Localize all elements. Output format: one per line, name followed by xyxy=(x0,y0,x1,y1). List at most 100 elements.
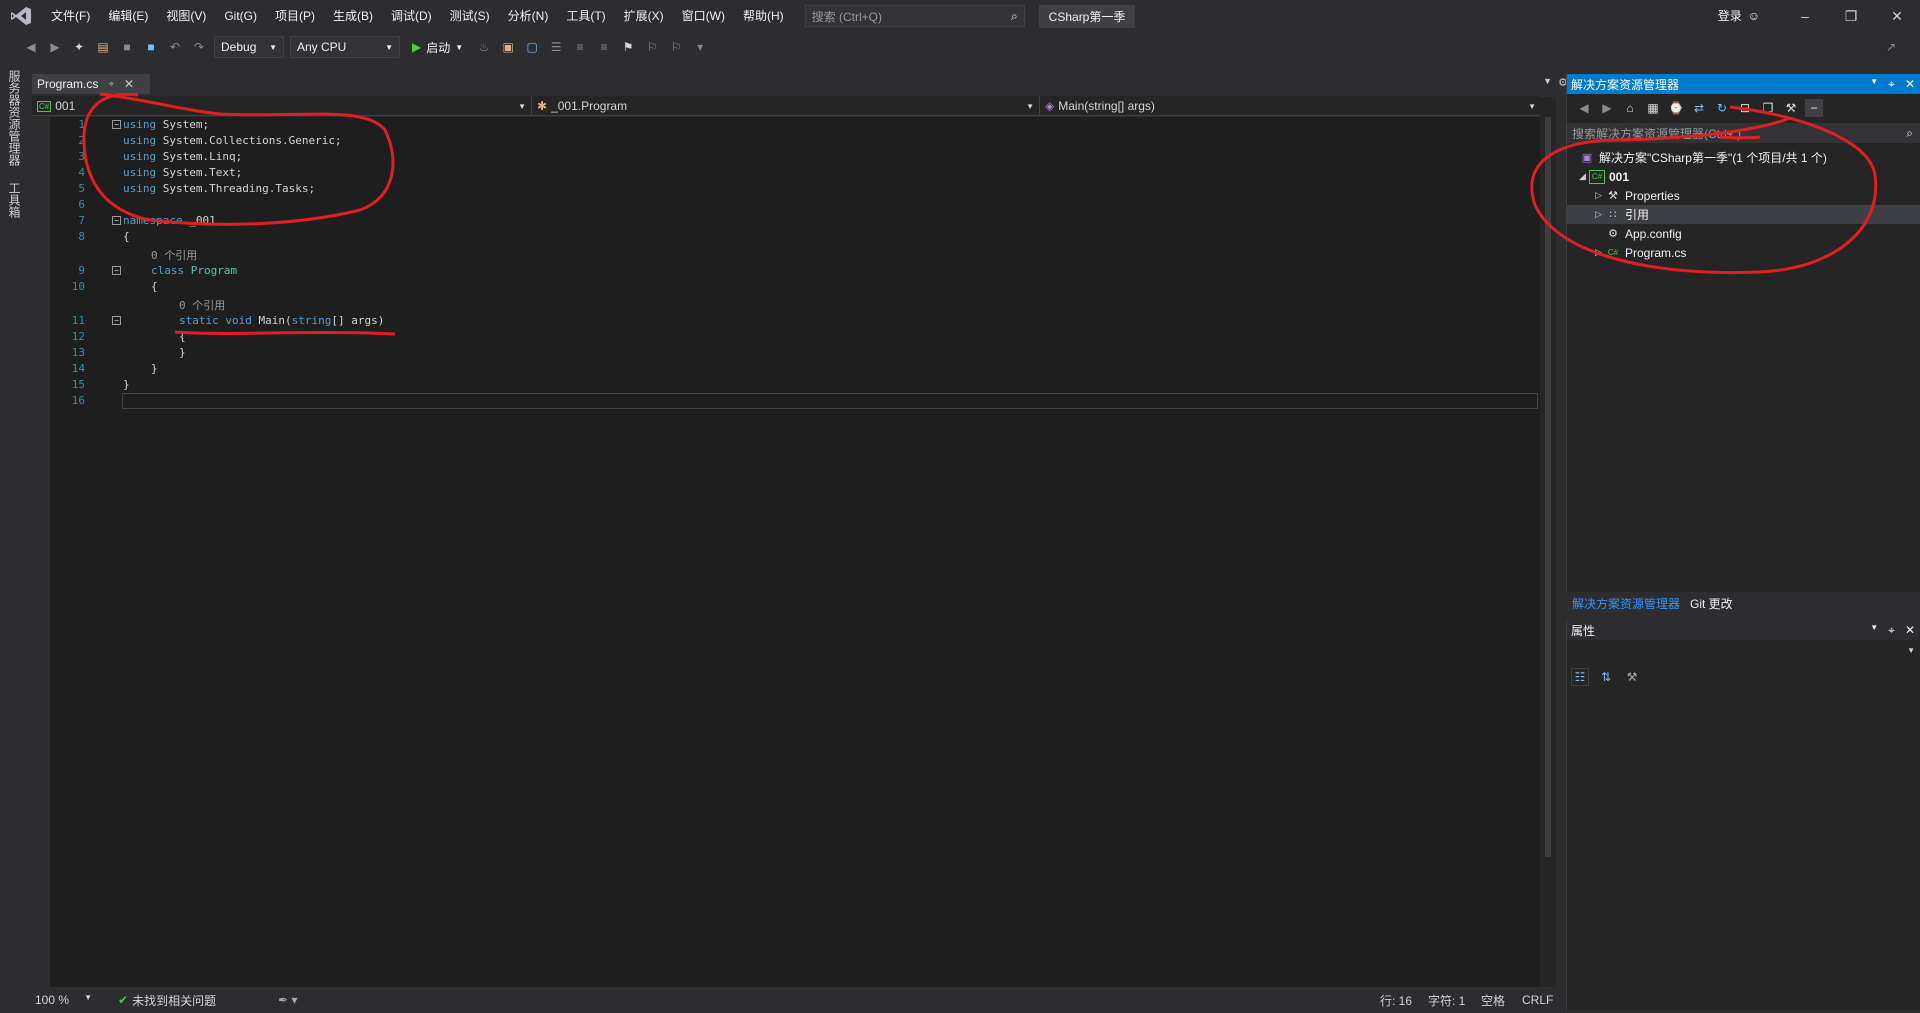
save-all-icon[interactable]: ■ xyxy=(142,38,160,56)
configuration-select[interactable]: Debug ▼ xyxy=(214,36,284,58)
forward-icon[interactable]: ▶ xyxy=(46,38,64,56)
pin-icon[interactable]: ⌖ xyxy=(1888,77,1895,92)
toolbox-tab[interactable]: 工具箱 xyxy=(6,182,23,218)
search-input[interactable]: 搜索 (Ctrl+Q) ⌕ xyxy=(804,5,1025,27)
toolbar-overflow-icon[interactable]: ▾ xyxy=(691,38,709,56)
menu-file[interactable]: 文件(F) xyxy=(42,0,99,32)
tree-item-programcs[interactable]: ▷ C# Program.cs xyxy=(1567,243,1920,262)
live-share-icon[interactable]: ↗ xyxy=(1882,38,1900,56)
preview-icon[interactable]: − xyxy=(1805,99,1823,117)
menu-build[interactable]: 生成(B) xyxy=(324,0,382,32)
tree-solution-node[interactable]: ▣ 解决方案"CSharp第一季"(1 个项目/共 1 个) xyxy=(1567,148,1920,167)
code-editor[interactable]: 1− using System; 2 using System.Collection… xyxy=(50,117,1540,987)
tab-solution-explorer[interactable]: 解决方案资源管理器 xyxy=(1572,595,1680,612)
menu-analyze[interactable]: 分析(N) xyxy=(499,0,558,32)
pin-icon[interactable]: ⌖ xyxy=(108,79,114,90)
class-dropdown[interactable]: ✱ _001.Program ▼ xyxy=(532,96,1040,116)
member-dropdown[interactable]: ◈ Main(string[] args) ▼ xyxy=(1040,96,1542,116)
vertical-scrollbar[interactable] xyxy=(1540,97,1556,987)
char-number-status[interactable]: 字符: 1 xyxy=(1428,992,1465,1009)
pending-changes-icon[interactable]: ⌚ xyxy=(1667,99,1685,117)
menu-project[interactable]: 项目(P) xyxy=(266,0,324,32)
properties-wrench-icon[interactable]: ⚒ xyxy=(1782,99,1800,117)
line-number-status[interactable]: 行: 16 xyxy=(1380,992,1412,1009)
close-window-button[interactable]: ✕ xyxy=(1874,0,1920,32)
zoom-select[interactable]: 100 % ▼ xyxy=(32,993,92,1007)
close-icon[interactable]: ✕ xyxy=(1905,623,1915,638)
minimize-button[interactable]: – xyxy=(1782,0,1828,32)
back-icon[interactable]: ◀ xyxy=(1575,99,1593,117)
tree-item-references[interactable]: ▷ ∷ 引用 xyxy=(1567,205,1920,224)
menu-git[interactable]: Git(G) xyxy=(215,0,266,32)
hot-reload-icon[interactable]: ♨ xyxy=(475,38,493,56)
screenshot-icon[interactable]: ▢ xyxy=(523,38,541,56)
collapsed-arrow-icon[interactable]: ▷ xyxy=(1595,209,1605,220)
tab-program-cs[interactable]: Program.cs ⌖ ✕ xyxy=(32,74,150,94)
menu-test[interactable]: 测试(S) xyxy=(441,0,499,32)
close-icon[interactable]: ✕ xyxy=(1905,77,1915,92)
menu-help[interactable]: 帮助(H) xyxy=(734,0,793,32)
collapsed-arrow-icon[interactable]: ▷ xyxy=(1595,190,1605,201)
prev-bookmark-icon[interactable]: ⚐ xyxy=(643,38,661,56)
next-bookmark-icon[interactable]: ⚐ xyxy=(667,38,685,56)
collapse-all-icon[interactable]: ⊟ xyxy=(1736,99,1754,117)
tree-item-appconfig[interactable]: ⚙ App.config xyxy=(1567,224,1920,243)
chevron-down-icon[interactable]: ▼ xyxy=(1870,77,1878,92)
whitespace-status[interactable]: 空格 xyxy=(1481,992,1505,1009)
menu-window[interactable]: 窗口(W) xyxy=(673,0,734,32)
sync-icon[interactable]: ⇄ xyxy=(1690,99,1708,117)
show-all-files-icon[interactable]: ❐ xyxy=(1759,99,1777,117)
chevron-down-icon[interactable]: ▼ xyxy=(1870,623,1878,638)
properties-object-select[interactable]: ▼ xyxy=(1567,642,1920,662)
comment-icon[interactable]: ≡ xyxy=(571,38,589,56)
uncomment-icon[interactable]: ≡ xyxy=(595,38,613,56)
categorized-icon[interactable]: ☷ xyxy=(1571,668,1589,686)
start-debug-button[interactable]: ▶ 启动 ▼ xyxy=(406,39,469,56)
pin-icon[interactable]: ⌖ xyxy=(1888,623,1895,638)
expanded-arrow-icon[interactable]: ◢ xyxy=(1579,171,1589,182)
left-tool-rail: 服务器资源管理器 工具箱 xyxy=(0,62,28,992)
menu-view[interactable]: 视图(V) xyxy=(157,0,215,32)
tree-item-properties[interactable]: ▷ ⚒ Properties xyxy=(1567,186,1920,205)
properties-title-bar: 属性 ▼ ⌖ ✕ xyxy=(1567,620,1920,640)
csharp-project-icon: C# xyxy=(1589,169,1605,184)
server-explorer-tab[interactable]: 服务器资源管理器 xyxy=(6,70,23,166)
issues-indicator[interactable]: ✔ 未找到相关问题 xyxy=(118,992,216,1009)
scrollbar-thumb[interactable] xyxy=(1545,117,1551,857)
restore-button[interactable]: ❐ xyxy=(1828,0,1874,32)
bookmark-icon[interactable]: ⚑ xyxy=(619,38,637,56)
menu-tools[interactable]: 工具(T) xyxy=(557,0,614,32)
project-dropdown[interactable]: C# 001 ▼ xyxy=(32,96,532,116)
login-button[interactable]: 登录 ☺ xyxy=(1718,0,1760,32)
play-icon: ▶ xyxy=(412,40,422,54)
save-icon[interactable]: ■ xyxy=(118,38,136,56)
chevron-down-icon: ▼ xyxy=(518,101,526,111)
new-item-icon[interactable]: ✦ xyxy=(70,38,88,56)
tab-git-changes[interactable]: Git 更改 xyxy=(1690,595,1733,612)
property-pages-icon[interactable]: ⚒ xyxy=(1623,668,1641,686)
open-folder-icon[interactable]: ▤ xyxy=(94,38,112,56)
eol-status[interactable]: CRLF xyxy=(1522,993,1553,1007)
refresh-icon[interactable]: ↻ xyxy=(1713,99,1731,117)
collapsed-arrow-icon[interactable]: ▷ xyxy=(1595,247,1605,258)
browse-icon[interactable]: ▣ xyxy=(499,38,517,56)
back-icon[interactable]: ◀ xyxy=(22,38,40,56)
alphabetical-icon[interactable]: ⇅ xyxy=(1597,668,1615,686)
code-cleanup-icon[interactable]: ✒ ▾ xyxy=(278,993,297,1007)
tree-item-label: App.config xyxy=(1625,226,1682,241)
platform-select[interactable]: Any CPU ▼ xyxy=(290,36,400,58)
solution-search-input[interactable]: 搜索解决方案资源管理器(Ctrl+;) ⌕ xyxy=(1567,123,1920,143)
home-icon[interactable]: ⌂ xyxy=(1621,99,1639,117)
step-icon[interactable]: ☰ xyxy=(547,38,565,56)
tab-list-icon[interactable]: ▼ xyxy=(1543,76,1552,86)
menu-extensions[interactable]: 扩展(X) xyxy=(615,0,673,32)
close-icon[interactable]: ✕ xyxy=(124,77,134,91)
menu-edit[interactable]: 编辑(E) xyxy=(99,0,157,32)
switch-views-icon[interactable]: ▦ xyxy=(1644,99,1662,117)
menu-debug[interactable]: 调试(D) xyxy=(382,0,441,32)
tree-project-node[interactable]: ◢ C# 001 xyxy=(1567,167,1920,186)
undo-icon[interactable]: ↶ xyxy=(166,38,184,56)
class-dropdown-label: _001.Program xyxy=(551,99,628,113)
forward-icon[interactable]: ▶ xyxy=(1598,99,1616,117)
redo-icon[interactable]: ↷ xyxy=(190,38,208,56)
